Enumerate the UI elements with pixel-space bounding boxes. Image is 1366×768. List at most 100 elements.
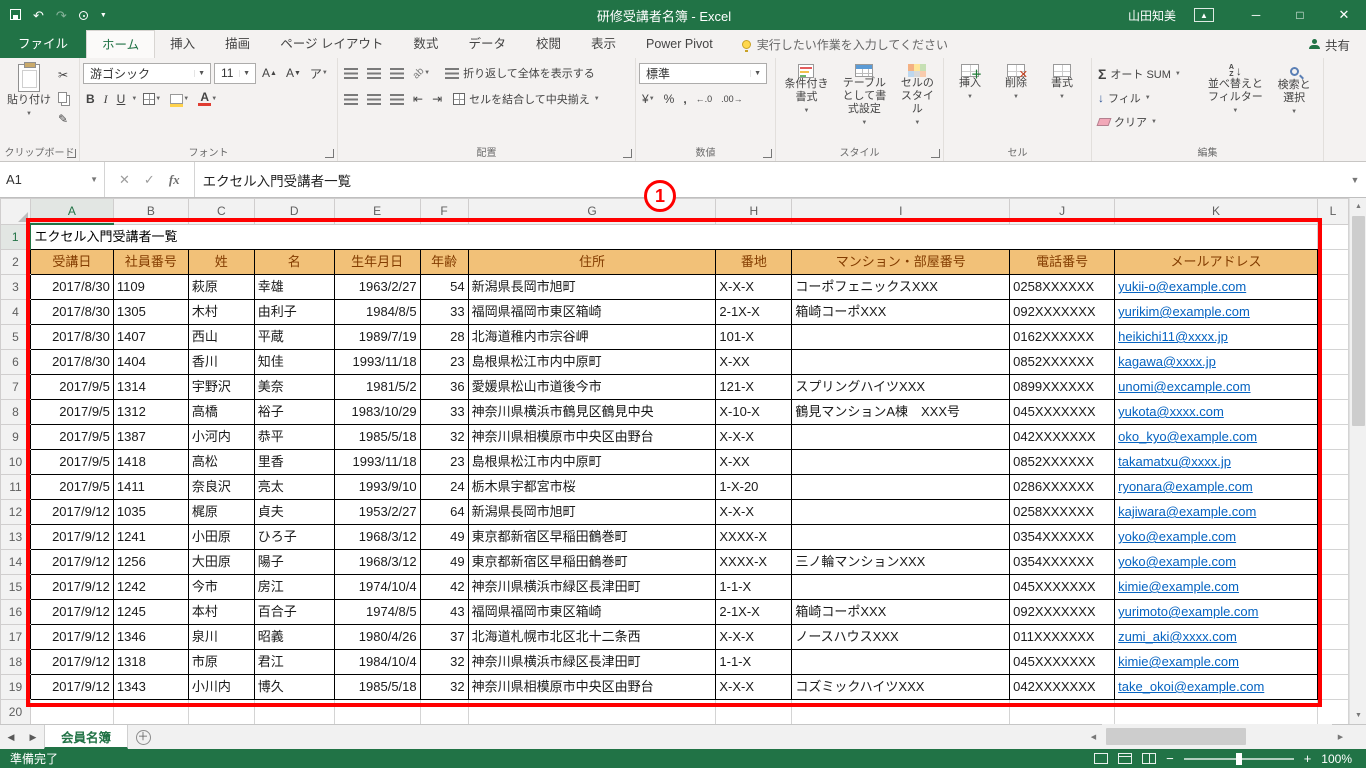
font-size-combo[interactable]: 11 ▼ xyxy=(214,62,256,84)
cell[interactable]: 神奈川県横浜市緑区長津田町 xyxy=(467,574,717,600)
column-header-L[interactable]: L xyxy=(1316,198,1349,225)
cell[interactable]: 37 xyxy=(419,624,469,650)
cell[interactable]: 1993/11/18 xyxy=(333,449,421,475)
cell[interactable]: 萩原 xyxy=(187,274,255,300)
italic-icon[interactable]: I xyxy=(101,89,111,109)
cell[interactable] xyxy=(1316,524,1349,550)
cell[interactable]: 2017/9/5 xyxy=(29,424,114,450)
fill-color-icon[interactable]: ▼ xyxy=(167,89,192,109)
cell[interactable]: 福岡県福岡市東区箱崎 xyxy=(467,299,717,325)
alignment-dialog-launcher-icon[interactable] xyxy=(623,149,632,158)
cell[interactable]: yukota@xxxx.com xyxy=(1114,399,1318,425)
bold-icon[interactable]: B xyxy=(83,89,98,109)
comma-format-icon[interactable]: , xyxy=(680,89,689,109)
cell[interactable]: 1985/5/18 xyxy=(333,674,421,700)
scroll-left-icon[interactable]: ◀ xyxy=(1085,724,1102,749)
underline-icon[interactable]: U xyxy=(114,89,129,109)
cell[interactable]: 2017/8/30 xyxy=(29,299,114,325)
borders-icon[interactable]: ▼ xyxy=(140,89,164,109)
merge-center-button[interactable]: セルを結合して中央揃え ▼ xyxy=(450,88,603,110)
cell[interactable]: X-XX xyxy=(715,349,793,375)
cell[interactable]: 1418 xyxy=(112,449,189,475)
cell[interactable]: 房江 xyxy=(253,574,335,600)
cell[interactable]: 0354XXXXXX xyxy=(1009,524,1116,550)
underline-caret-icon[interactable]: ▼ xyxy=(131,96,137,102)
cell[interactable] xyxy=(791,524,1011,550)
column-header-J[interactable]: J xyxy=(1009,198,1116,225)
cell[interactable]: 今市 xyxy=(187,574,255,600)
cell[interactable]: 新潟県長岡市旭町 xyxy=(467,274,717,300)
row-header-3[interactable]: 3 xyxy=(0,274,31,300)
cell[interactable]: kimie@example.com xyxy=(1114,649,1318,675)
row-header-12[interactable]: 12 xyxy=(0,499,31,525)
cell[interactable] xyxy=(1316,374,1349,400)
cell[interactable]: 陽子 xyxy=(253,549,335,575)
cell[interactable]: 1305 xyxy=(112,299,189,325)
cell[interactable]: 2017/8/30 xyxy=(29,349,114,375)
wrap-text-button[interactable]: 折り返して全体を表示する xyxy=(442,62,598,84)
align-top-icon[interactable] xyxy=(341,63,361,83)
table-header-cell[interactable]: 姓 xyxy=(187,249,255,275)
percent-format-icon[interactable]: % xyxy=(661,89,678,109)
cell[interactable] xyxy=(791,449,1011,475)
column-header-G[interactable]: G xyxy=(467,198,717,225)
cell[interactable]: take_okoi@example.com xyxy=(1114,674,1318,700)
styles-dialog-launcher-icon[interactable] xyxy=(931,149,940,158)
name-box-caret-icon[interactable]: ▼ xyxy=(90,175,98,184)
scroll-right-icon[interactable]: ▶ xyxy=(1332,724,1349,749)
tell-me-box[interactable]: 実行したい作業を入力してください xyxy=(741,30,948,58)
cell[interactable]: 33 xyxy=(419,399,469,425)
tab-8[interactable]: 表示 xyxy=(576,30,631,58)
cell[interactable]: 32 xyxy=(419,424,469,450)
ribbon-display-options-icon[interactable]: ▲ xyxy=(1194,8,1214,22)
cell[interactable]: 1993/9/10 xyxy=(333,474,421,500)
formula-bar-expand-icon[interactable]: ▼ xyxy=(1344,162,1366,197)
cancel-icon[interactable]: ✕ xyxy=(119,172,130,188)
cell[interactable]: スプリングハイツXXX xyxy=(791,374,1011,400)
cell[interactable] xyxy=(333,699,421,724)
select-all-corner[interactable] xyxy=(0,198,31,225)
cell[interactable] xyxy=(1316,299,1349,325)
email-link[interactable]: oko_kyo@example.com xyxy=(1118,429,1257,444)
cell[interactable]: 高橋 xyxy=(187,399,255,425)
decrease-decimal-icon[interactable]: .00→ xyxy=(718,89,746,109)
cell[interactable] xyxy=(1316,574,1349,600)
cell[interactable] xyxy=(791,499,1011,525)
cell[interactable]: 1984/8/5 xyxy=(333,299,421,325)
email-link[interactable]: kajiwara@example.com xyxy=(1118,504,1256,519)
cell[interactable]: 1984/10/4 xyxy=(333,649,421,675)
cell[interactable]: kimie@example.com xyxy=(1114,574,1318,600)
cell[interactable] xyxy=(1316,599,1349,625)
vertical-scroll-thumb[interactable] xyxy=(1352,216,1365,426)
cell[interactable]: 33 xyxy=(419,299,469,325)
cell[interactable]: 045XXXXXXX xyxy=(1009,649,1116,675)
cell[interactable]: 福岡県福岡市東区箱崎 xyxy=(467,599,717,625)
cell[interactable]: 泉川 xyxy=(187,624,255,650)
column-header-K[interactable]: K xyxy=(1114,198,1318,225)
cell[interactable]: 0852XXXXXX xyxy=(1009,349,1116,375)
cell[interactable]: 0354XXXXXX xyxy=(1009,549,1116,575)
cell[interactable]: 2017/8/30 xyxy=(29,324,114,350)
tab-1[interactable]: ホーム xyxy=(86,30,156,58)
cell[interactable]: 2017/9/5 xyxy=(29,474,114,500)
cell[interactable]: 亮太 xyxy=(253,474,335,500)
email-link[interactable]: yurimoto@example.com xyxy=(1118,604,1258,619)
cell[interactable]: 36 xyxy=(419,374,469,400)
decrease-font-icon[interactable]: A ▼ xyxy=(283,63,304,83)
cell[interactable]: 貞夫 xyxy=(253,499,335,525)
cell[interactable] xyxy=(467,699,717,724)
cell[interactable]: 高松 xyxy=(187,449,255,475)
cell[interactable] xyxy=(1316,649,1349,675)
cell[interactable]: 092XXXXXXX xyxy=(1009,599,1116,625)
cell[interactable]: 49 xyxy=(419,549,469,575)
cell[interactable]: 092XXXXXXX xyxy=(1009,299,1116,325)
cell[interactable]: 愛媛県松山市道後今市 xyxy=(467,374,717,400)
cell[interactable]: 1985/5/18 xyxy=(333,424,421,450)
cell[interactable]: 三ノ輪マンションXXX xyxy=(791,549,1011,575)
cell[interactable]: 小田原 xyxy=(187,524,255,550)
column-header-C[interactable]: C xyxy=(187,198,255,225)
find-select-button[interactable]: 検索と選択 ▼ xyxy=(1268,61,1320,143)
cell[interactable]: 2017/9/12 xyxy=(29,499,114,525)
cell[interactable]: 54 xyxy=(419,274,469,300)
email-link[interactable]: yoko@example.com xyxy=(1118,554,1236,569)
